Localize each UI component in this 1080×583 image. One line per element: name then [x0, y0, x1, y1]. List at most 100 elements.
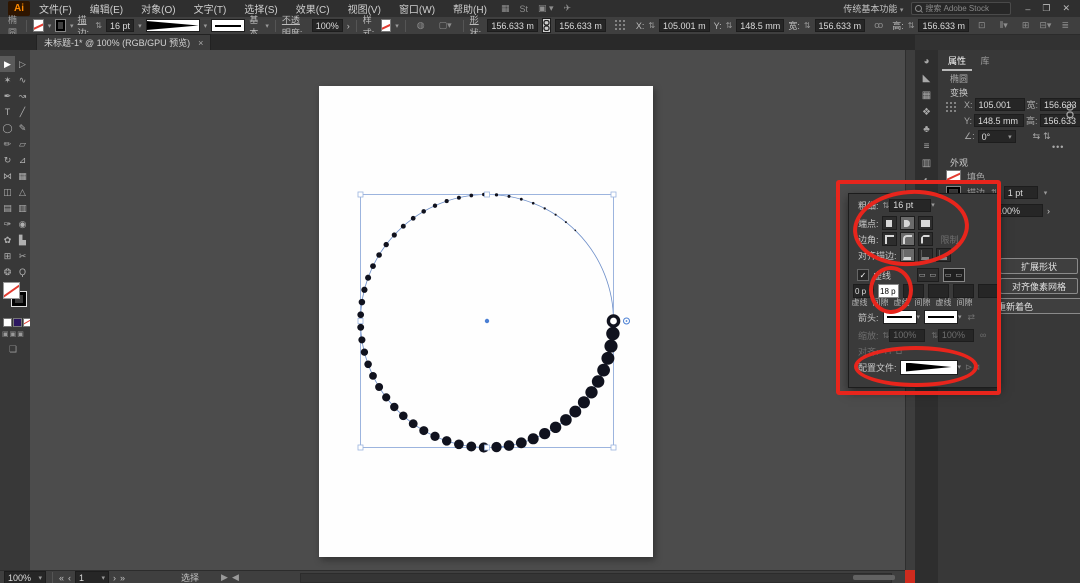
constrain-icon[interactable]: ꝏ — [869, 20, 888, 31]
artboard-tool[interactable]: ⊞ — [0, 248, 15, 264]
magic-wand-tool[interactable]: ✶ — [0, 72, 15, 88]
tab-properties[interactable]: 属性 — [942, 52, 972, 71]
arrange-documents-icon[interactable]: ▦ — [496, 3, 515, 14]
fill-color-swatch[interactable] — [33, 19, 44, 32]
variable-width-profile-dropdown[interactable] — [146, 19, 200, 32]
w-field[interactable]: 156.633 — [1040, 98, 1080, 111]
gradient-button[interactable] — [13, 318, 22, 327]
constrain-proportions-icon[interactable] — [1066, 104, 1074, 120]
cap-projecting-button[interactable] — [918, 216, 933, 230]
layers-icon[interactable]: ≡ — [924, 141, 930, 151]
shape-width-field[interactable]: 156.633 m — [487, 19, 538, 32]
cap-round-button[interactable] — [900, 216, 915, 230]
artwork-svg[interactable] — [30, 50, 905, 570]
fill-caret[interactable]: ▾ — [48, 22, 52, 30]
opacity-field[interactable]: 100% — [993, 204, 1043, 217]
blend-tool[interactable]: ◉ — [15, 216, 30, 232]
mesh-tool[interactable]: ▤ — [0, 200, 15, 216]
width-tool[interactable]: ⋈ — [0, 168, 15, 184]
prev-artboard-icon[interactable]: ‹ — [68, 573, 71, 583]
stroke-weight-field[interactable]: 1 pt — [1004, 186, 1038, 199]
column-graph-tool[interactable]: ▙ — [15, 232, 30, 248]
artboard-navigation-dropdown[interactable]: 1▾ — [75, 571, 109, 583]
symbols-icon[interactable]: ♣ — [923, 124, 930, 134]
direct-selection-tool[interactable]: ▷ — [15, 56, 30, 72]
arrowhead-start-dropdown[interactable] — [883, 310, 917, 324]
first-artboard-icon[interactable]: « — [59, 573, 64, 583]
flip-vertical-icon[interactable]: ⇅ — [1043, 131, 1051, 142]
hand-tool[interactable]: ❂ — [0, 264, 15, 280]
angle-field[interactable]: 0°▾ — [978, 130, 1016, 143]
shape-builder-tool[interactable]: ◫ — [0, 184, 15, 200]
paintbrush-tool[interactable]: ✎ — [15, 120, 30, 136]
next-artboard-icon[interactable]: › — [113, 573, 116, 583]
corner-bevel-button[interactable] — [918, 232, 933, 246]
eyedropper-tool[interactable]: ✑ — [0, 216, 15, 232]
fill-indicator[interactable] — [3, 282, 20, 299]
pen-tool[interactable]: ✒ — [0, 88, 15, 104]
arrange-icon[interactable]: ⊟▾ — [1034, 20, 1056, 31]
corner-miter-button[interactable] — [882, 232, 897, 246]
menu-item-7[interactable]: 窗口(W) — [390, 1, 444, 16]
slice-tool[interactable]: ✂ — [15, 248, 30, 264]
artboards-icon[interactable]: ▥ — [922, 158, 931, 168]
tab-close-icon[interactable]: × — [198, 38, 203, 48]
layout-switch-icon[interactable]: ▣ ▾ — [533, 3, 559, 14]
opacity-more[interactable]: › — [1047, 206, 1050, 216]
preferences-icon[interactable]: ▢▾ — [434, 20, 457, 31]
brushes-icon[interactable]: ❖ — [922, 107, 931, 117]
w-field[interactable]: 156.633 m — [815, 19, 866, 32]
rotate-tool[interactable]: ↻ — [0, 152, 15, 168]
cap-butt-button[interactable] — [882, 216, 897, 230]
color-button[interactable] — [3, 318, 12, 327]
panel-menu-icon[interactable]: ≣ — [1056, 20, 1074, 31]
eraser-tool[interactable]: ▱ — [15, 136, 30, 152]
type-tool[interactable]: T — [0, 104, 15, 120]
expand-shape-button[interactable]: 扩展形状 — [1000, 258, 1078, 274]
fill-swatch[interactable] — [946, 170, 961, 183]
draw-behind-icon[interactable]: ▣ — [10, 330, 17, 338]
dashed-line-checkbox[interactable]: ✓ — [857, 269, 869, 281]
symbol-sprayer-tool[interactable]: ✿ — [0, 232, 15, 248]
flip-horizontal-icon[interactable]: ⇆ — [1033, 131, 1041, 142]
opacity-more[interactable]: › — [347, 21, 350, 31]
zoom-tool[interactable]: Ϙ — [15, 264, 30, 280]
tab-libraries[interactable]: 库 — [975, 52, 996, 69]
menu-item-3[interactable]: 文字(T) — [185, 1, 236, 16]
align-center-button[interactable] — [900, 248, 915, 262]
link-dimensions-icon[interactable] — [542, 18, 551, 33]
shape-height-field[interactable]: 156.633 m — [555, 19, 606, 32]
transform-more-icon[interactable]: ⊡ — [973, 20, 991, 31]
flip-along-icon[interactable]: ⊳⊲ — [965, 362, 980, 373]
x-field[interactable]: 105.001 — [975, 98, 1025, 111]
x-field[interactable]: 105.001 m — [659, 19, 710, 32]
share-icon[interactable]: ✈ — [559, 3, 577, 14]
menu-item-0[interactable]: 文件(F) — [30, 1, 81, 16]
reference-point-icon[interactable] — [610, 20, 632, 32]
h-field[interactable]: 156.633 m — [918, 19, 969, 32]
stock-icon[interactable]: St — [514, 4, 533, 14]
stroke-caret[interactable]: ▾ — [70, 22, 74, 30]
color-panel-icon[interactable]: ◕ — [923, 56, 929, 66]
document-setup-icon[interactable]: ◍ — [412, 20, 430, 31]
search-input[interactable]: 搜索 Adobe Stock — [911, 2, 1011, 15]
dash-preserve-button[interactable]: ▭ ▭ — [917, 268, 939, 282]
width-profile-dropdown[interactable] — [900, 360, 958, 375]
style-swatch[interactable] — [381, 19, 392, 32]
zoom-level-dropdown[interactable]: 100%▾ — [4, 571, 46, 583]
selection-tool[interactable]: ▶ — [0, 56, 15, 72]
curvature-tool[interactable]: ↝ — [15, 88, 30, 104]
transform-more-options[interactable]: ••• — [1052, 142, 1064, 152]
y-field[interactable]: 148.5 mm — [974, 114, 1024, 127]
weight-field[interactable]: 16 pt — [889, 199, 931, 212]
status-play-icon[interactable]: ▶ — [221, 572, 228, 583]
color-guide-icon[interactable]: ◣ — [923, 73, 931, 83]
y-field[interactable]: 148.5 mm — [736, 19, 784, 32]
menu-item-2[interactable]: 对象(O) — [132, 1, 184, 16]
draw-inside-icon[interactable]: ▣ — [17, 330, 24, 338]
minimize-button[interactable]: – — [1019, 4, 1036, 14]
canvas[interactable] — [30, 50, 905, 570]
corner-round-button[interactable] — [900, 232, 915, 246]
free-transform-tool[interactable]: ▦ — [15, 168, 30, 184]
document-tab[interactable]: 未标题-1* @ 100% (RGB/GPU 预览) × — [36, 34, 211, 50]
